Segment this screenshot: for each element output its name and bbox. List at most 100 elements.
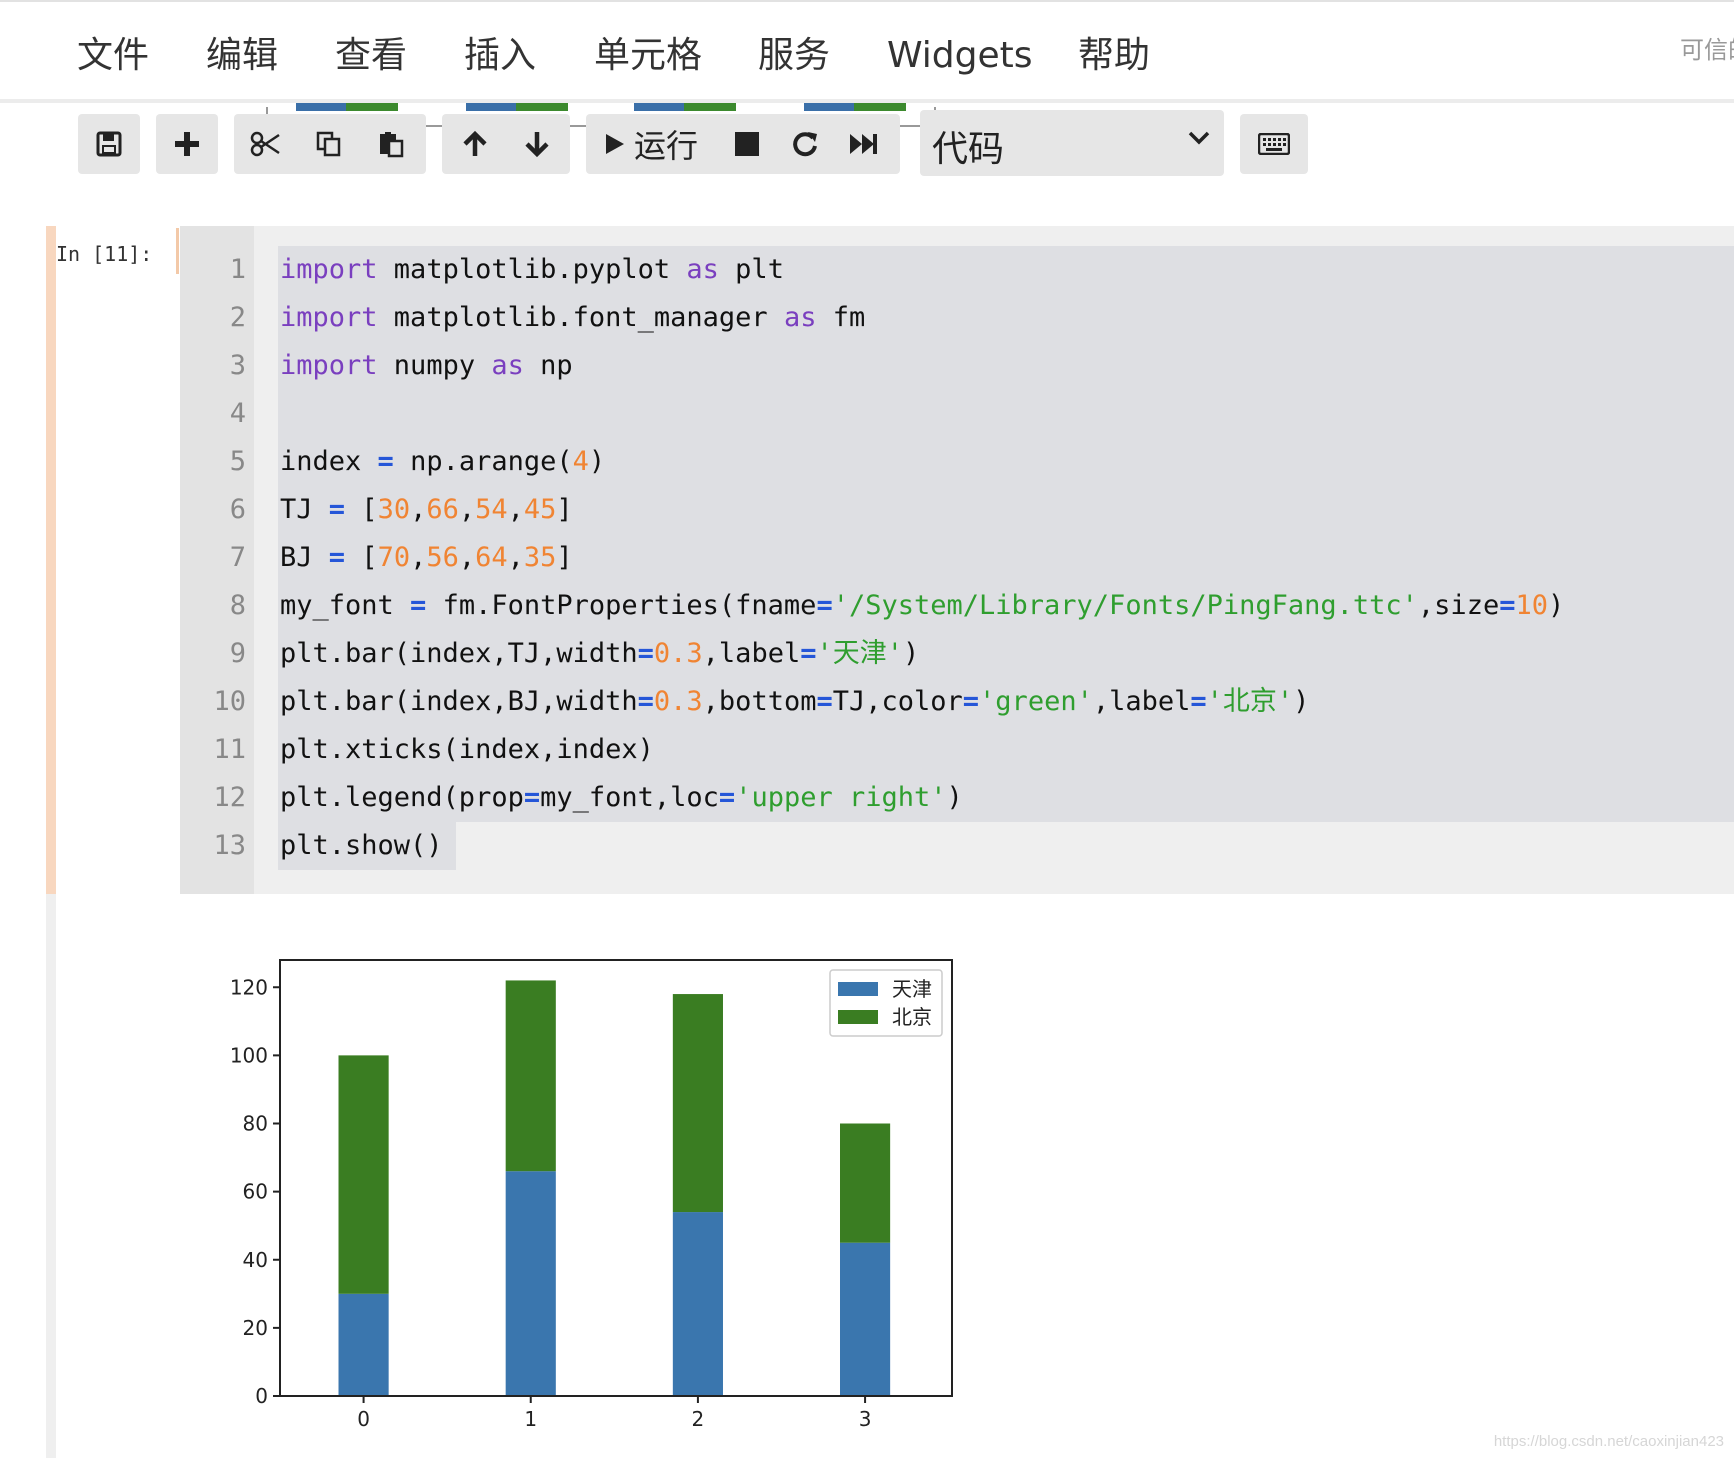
- y-tick-label: 0: [255, 1384, 268, 1408]
- code-token: 'upper right': [735, 782, 947, 813]
- code-token: import: [280, 254, 378, 285]
- code-token: =: [328, 494, 346, 525]
- menu-kernel[interactable]: 服务: [758, 34, 830, 78]
- fast-forward-icon: [850, 134, 877, 154]
- move-down-button[interactable]: [508, 114, 566, 174]
- code-token: =: [800, 638, 817, 669]
- code-token: ]: [556, 542, 573, 573]
- menu-view[interactable]: 查看: [335, 34, 407, 78]
- code-line[interactable]: plt.xticks(index,index): [280, 726, 654, 774]
- code-line[interactable]: import numpy as np: [280, 342, 573, 390]
- paste-button[interactable]: [362, 114, 420, 174]
- interrupt-button[interactable]: [718, 114, 776, 174]
- code-token: 35: [523, 542, 557, 573]
- bar-series-1: [338, 1293, 389, 1396]
- code-token: ,: [458, 494, 476, 525]
- legend-swatch: [838, 1010, 878, 1024]
- trusted-indicator[interactable]: 可信的: [1680, 30, 1734, 65]
- menu-file[interactable]: 文件: [77, 34, 149, 78]
- x-tick-label: 2: [692, 1407, 705, 1430]
- line-number: 6: [229, 494, 246, 525]
- watermark: https://blog.csdn.net/caoxinjian423: [1493, 1433, 1724, 1450]
- restart-button[interactable]: [776, 114, 834, 174]
- line-number: 5: [229, 446, 246, 477]
- code-token: plt.show(): [280, 830, 443, 861]
- code-token: '/System/Library/Fonts/PingFang.ttc': [832, 590, 1418, 621]
- output-bar: [46, 894, 56, 1458]
- bar-series-2: [840, 1123, 891, 1243]
- prompt-divider: [176, 228, 179, 274]
- code-token: =: [328, 542, 346, 573]
- code-token: plt: [718, 254, 784, 285]
- cell-selection-bar: [46, 226, 56, 894]
- run-icon: [606, 134, 624, 154]
- legend-label: 天津: [892, 977, 932, 1001]
- code-token: TJ: [280, 494, 329, 525]
- code-token: 4: [572, 446, 589, 477]
- insert-cell-button[interactable]: [158, 114, 216, 174]
- cut-icon: [250, 131, 280, 157]
- line-number: 8: [229, 590, 246, 621]
- code-token: =: [1190, 686, 1207, 717]
- code-token: np.arange(: [393, 446, 573, 477]
- code-line[interactable]: plt.bar(index,TJ,width=0.3,label='天津'): [280, 630, 919, 678]
- keyboard-shortcuts-button[interactable]: [1245, 114, 1303, 174]
- code-token: fm.FontProperties(fname: [426, 590, 817, 621]
- code-line[interactable]: plt.show(): [280, 822, 443, 870]
- code-token: matplotlib.font_manager: [377, 302, 784, 333]
- code-token: as: [686, 254, 719, 285]
- code-token: plt.bar(index,BJ,width: [280, 686, 638, 717]
- code-token: plt.bar(index,TJ,width: [280, 638, 638, 669]
- menu-help[interactable]: 帮助: [1078, 34, 1150, 78]
- code-token: ,bottom: [702, 686, 817, 717]
- line-number: 2: [229, 302, 246, 333]
- code-line[interactable]: my_font = fm.FontProperties(fname='/Syst…: [280, 582, 1564, 630]
- code-token: plt.legend(prop: [280, 782, 524, 813]
- code-line[interactable]: plt.bar(index,BJ,width=0.3,bottom=TJ,col…: [280, 678, 1309, 726]
- code-token: TJ,color: [832, 686, 963, 717]
- line-number: 9: [229, 638, 246, 669]
- paste-icon: [380, 132, 404, 158]
- code-token: ): [1293, 686, 1310, 717]
- code-line[interactable]: BJ = [70,56,64,35]: [280, 534, 573, 582]
- cut-button[interactable]: [236, 114, 294, 174]
- bar-series-1: [672, 1212, 723, 1396]
- code-token: BJ: [280, 542, 329, 573]
- code-token: =: [1499, 590, 1516, 621]
- menu-edit[interactable]: 编辑: [206, 34, 278, 78]
- code-token: =: [962, 686, 980, 717]
- code-token: [: [345, 542, 378, 573]
- y-tick-label: 120: [230, 975, 268, 999]
- menu-insert[interactable]: 插入: [464, 34, 536, 78]
- bar-series-1: [505, 1171, 556, 1396]
- edit-group: [234, 114, 426, 174]
- code-token: import: [280, 302, 378, 333]
- menu-cell[interactable]: 单元格: [594, 34, 702, 78]
- code-token: =: [410, 590, 427, 621]
- save-icon: [96, 131, 122, 157]
- code-token: 70: [377, 542, 411, 573]
- run-group: 运行: [586, 114, 900, 174]
- cell-type-select[interactable]: 代码: [920, 110, 1224, 176]
- code-line[interactable]: index = np.arange(4): [280, 438, 605, 486]
- code-line[interactable]: plt.legend(prop=my_font,loc='upper right…: [280, 774, 963, 822]
- code-line[interactable]: import matplotlib.font_manager as fm: [280, 294, 865, 342]
- arrow-up-icon: [463, 130, 487, 156]
- run-label: 运行: [634, 127, 699, 165]
- run-all-button[interactable]: [834, 114, 892, 174]
- line-number: 11: [213, 734, 246, 765]
- copy-button[interactable]: [300, 114, 358, 174]
- save-button[interactable]: [80, 114, 138, 174]
- line-number: 3: [229, 350, 246, 381]
- run-button[interactable]: 运行: [594, 114, 702, 174]
- bar-series-1: [840, 1242, 891, 1396]
- chevron-down-icon: [1188, 131, 1210, 145]
- code-token: ,: [458, 542, 476, 573]
- code-token: index: [280, 446, 378, 477]
- code-line[interactable]: import matplotlib.pyplot as plt: [280, 246, 784, 294]
- code-token: ): [1547, 590, 1565, 621]
- code-line[interactable]: TJ = [30,66,54,45]: [280, 486, 573, 534]
- move-up-button[interactable]: [446, 114, 504, 174]
- menu-widgets[interactable]: Widgets: [887, 34, 1033, 78]
- code-token: '北京': [1206, 686, 1294, 717]
